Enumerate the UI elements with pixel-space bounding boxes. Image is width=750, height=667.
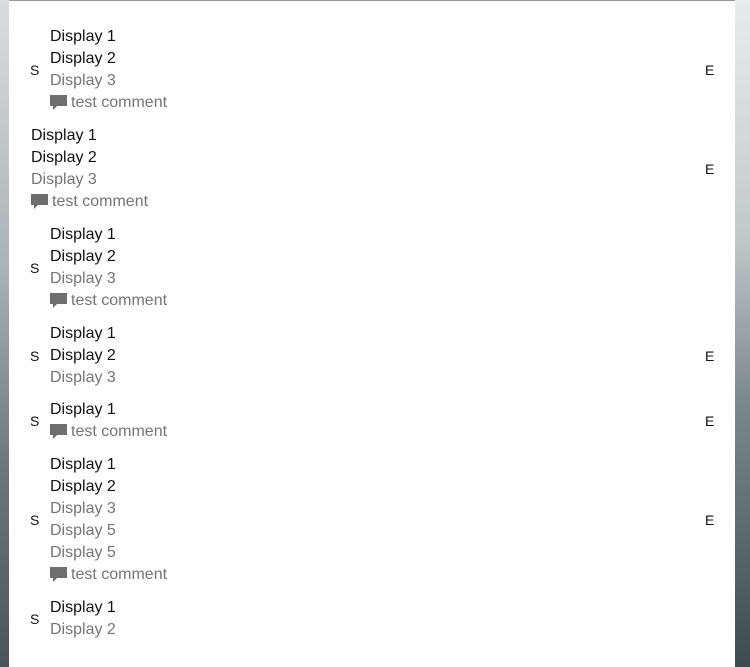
comment-text: test comment [52, 193, 149, 210]
comment-icon [50, 567, 67, 582]
item-start-label: S [30, 611, 40, 627]
item-start-label: S [30, 348, 40, 364]
display-line: Display 3 [50, 369, 116, 386]
comment-line: test comment [50, 564, 167, 586]
display-line: Display 3 [31, 171, 97, 188]
comment-line: test comment [50, 421, 167, 443]
item-lines: Display 1 Display 2 Display 3 [50, 323, 116, 389]
list-item[interactable]: S E Display 1 Display 2 Display 3 test commen… [9, 26, 735, 114]
item-lines: Display 1 Display 2 Display 3 test comment [50, 26, 167, 114]
item-start-label: S [30, 512, 40, 528]
comment-text: test comment [71, 292, 168, 309]
list-item[interactable]: S E Display 1 Display 2 Display 3 [9, 323, 735, 389]
item-start-label: S [30, 260, 40, 276]
item-lines: Display 1 Display 2 Display 3 test comment [50, 224, 167, 312]
display-line: Display 2 [50, 621, 116, 638]
display-line: Display 1 [50, 226, 116, 243]
item-end-label: E [705, 512, 715, 528]
display-line: Display 5 [50, 522, 116, 539]
comment-icon [31, 194, 48, 209]
display-line: Display 2 [50, 347, 116, 364]
display-line: Display 1 [50, 28, 116, 45]
display-line: Display 2 [50, 248, 116, 265]
display-line: Display 1 [50, 456, 116, 473]
item-lines: Display 1 Display 2 Display 3 test comment [31, 125, 148, 213]
display-line: Display 1 [31, 127, 97, 144]
display-line: Display 3 [50, 500, 116, 517]
item-end-label: E [705, 413, 715, 429]
background-left [0, 0, 9, 667]
comment-line: test comment [50, 92, 167, 114]
item-lines: Display 1 Display 2 [50, 597, 116, 641]
item-end-label: E [705, 348, 715, 364]
display-line: Display 2 [50, 50, 116, 67]
display-line: Display 1 [50, 325, 116, 342]
display-line: Display 3 [50, 270, 116, 287]
display-line: Display 2 [50, 478, 116, 495]
comment-text: test comment [71, 423, 168, 440]
display-line: Display 1 [50, 599, 116, 616]
comment-text: test comment [71, 94, 168, 111]
comment-text: test comment [71, 566, 168, 583]
item-start-label: S [30, 62, 40, 78]
list-item[interactable]: S E Display 1 Display 2 Display 3 Display 5 Di… [9, 454, 735, 586]
comment-icon [50, 424, 67, 439]
display-line: Display 1 [50, 401, 116, 418]
item-end-label: E [705, 62, 715, 78]
display-line: Display 2 [31, 149, 97, 166]
comment-line: test comment [50, 290, 167, 312]
item-lines: Display 1 test comment [50, 399, 167, 443]
background-right [735, 0, 750, 667]
item-start-label: S [30, 413, 40, 429]
item-end-label: E [705, 161, 715, 177]
display-line: Display 3 [50, 72, 116, 89]
list-item[interactable]: S E Display 1 test comment [9, 399, 735, 443]
comment-icon [50, 95, 67, 110]
list-item[interactable]: S Display 1 Display 2 Display 3 test comment [9, 224, 735, 312]
list-item[interactable]: S Display 1 Display 2 [9, 597, 735, 641]
list-panel: S E Display 1 Display 2 Display 3 test commen… [9, 0, 735, 667]
item-lines: Display 1 Display 2 Display 3 Display 5 Disp… [50, 454, 167, 586]
list-item[interactable]: E Display 1 Display 2 Display 3 test comment [9, 125, 735, 213]
comment-icon [50, 293, 67, 308]
display-line: Display 5 [50, 544, 116, 561]
comment-line: test comment [31, 191, 148, 213]
